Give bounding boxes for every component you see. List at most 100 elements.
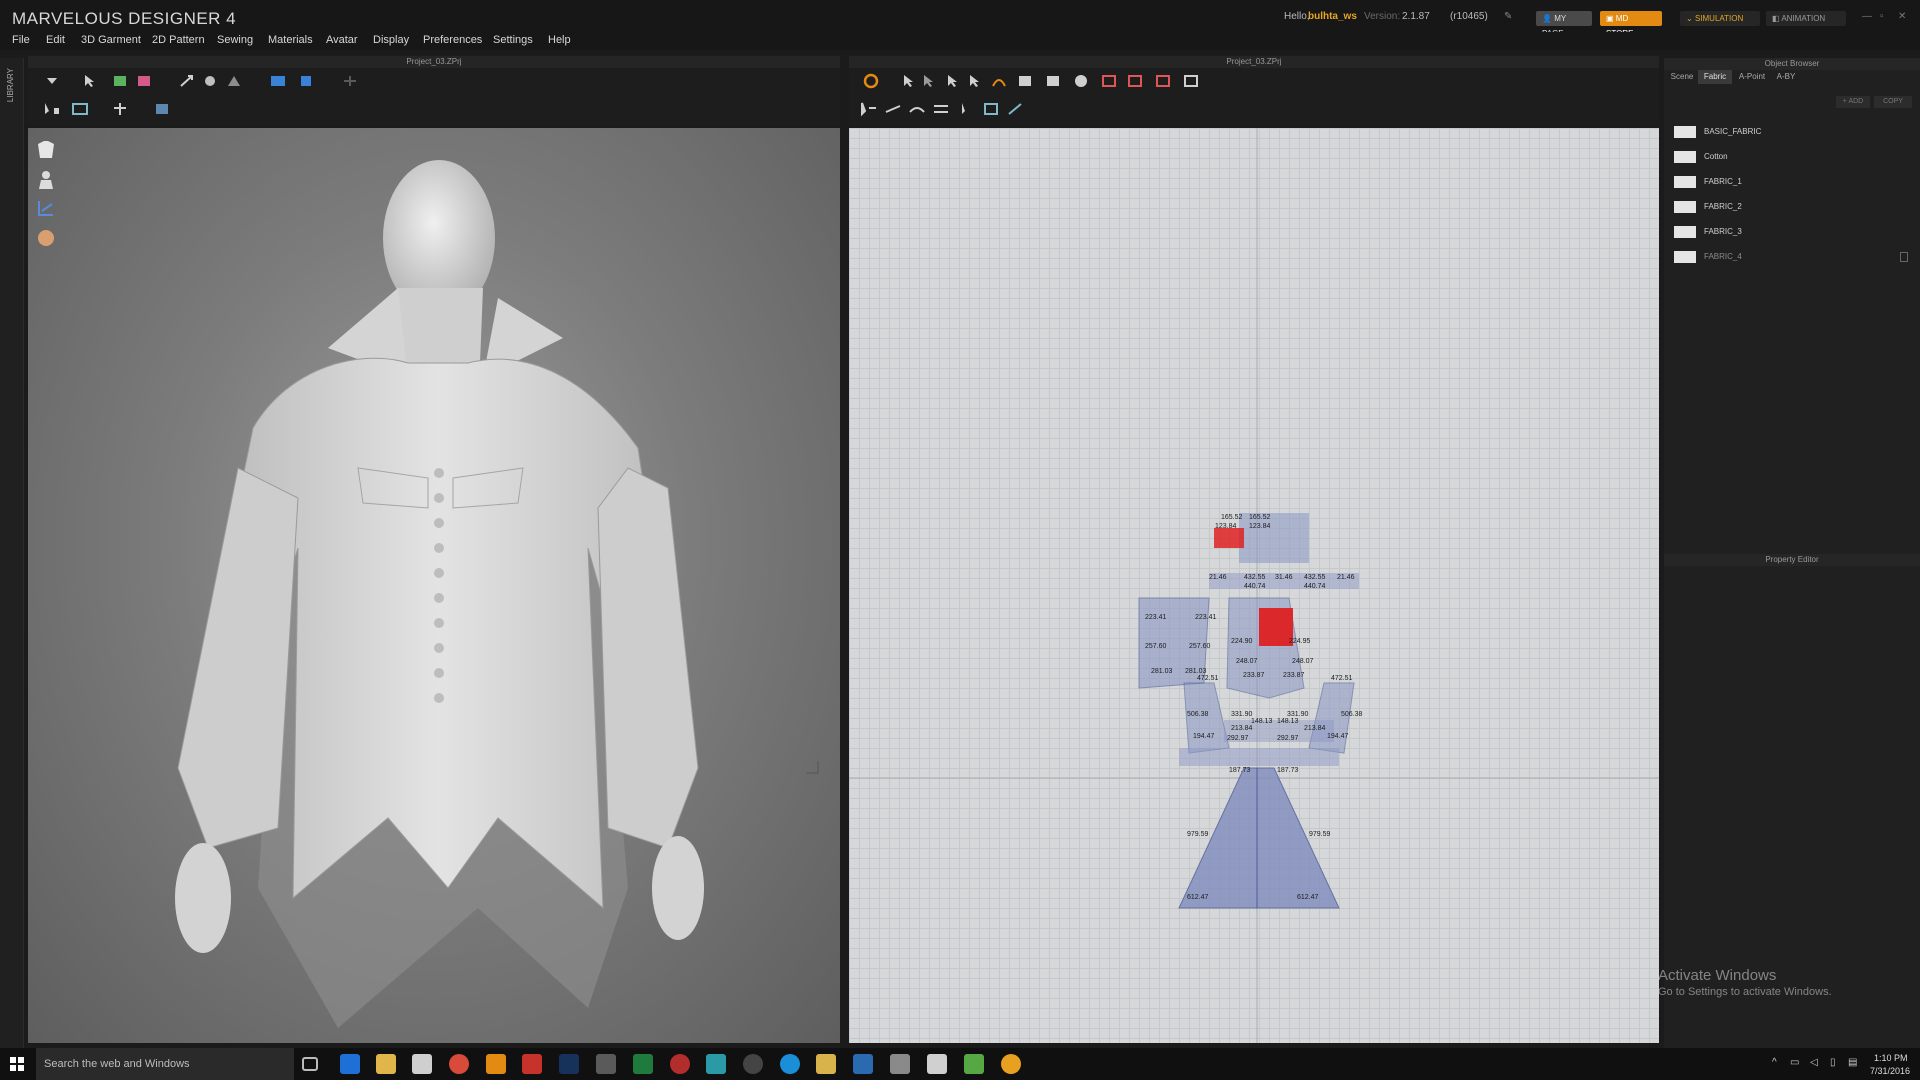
fabric-list-item[interactable]: FABRIC_1 [1674, 172, 1910, 192]
garment-display-icon[interactable] [34, 138, 58, 162]
edge-browser-icon[interactable] [340, 1054, 360, 1074]
menu-help[interactable]: Help [548, 34, 571, 46]
simulation-mode-button[interactable]: ⌄ SIMULATION [1680, 11, 1760, 26]
measure-icon[interactable] [340, 72, 360, 90]
md-store-button[interactable]: ▣ MD STORE [1600, 11, 1662, 38]
taskbar-time[interactable]: 1:10 PM [1874, 1053, 1908, 1063]
menu-settings[interactable]: Settings [493, 34, 533, 46]
edit-texture-icon[interactable] [981, 100, 1001, 118]
action-center-icon[interactable]: ▯ [1830, 1057, 1836, 1068]
taskbar-date[interactable]: 7/31/2016 [1870, 1066, 1910, 1076]
folder-icon[interactable] [816, 1054, 836, 1074]
fold-arrangement-icon[interactable] [134, 72, 154, 90]
copy-fabric-button[interactable]: COPY [1874, 96, 1912, 108]
keyboard-icon[interactable]: ▤ [1848, 1057, 1857, 1068]
polygon-icon[interactable] [1015, 72, 1035, 90]
app-icon[interactable] [890, 1054, 910, 1074]
edit-pattern-icon[interactable] [921, 72, 941, 90]
transform-pattern-2d-icon[interactable] [901, 72, 921, 90]
close-icon[interactable]: ✕ [1898, 11, 1906, 22]
menu-edit[interactable]: Edit [46, 34, 65, 46]
circle-icon[interactable] [1071, 72, 1091, 90]
username[interactable]: bulhta_ws [1308, 11, 1357, 22]
texture-icon[interactable] [152, 100, 172, 118]
library-sidebar[interactable] [0, 58, 24, 1048]
avatar-display-icon[interactable] [34, 168, 58, 192]
tape-icon[interactable] [224, 72, 244, 90]
fabric-list-item[interactable]: FABRIC_3 [1674, 222, 1910, 242]
marvelous-designer-icon[interactable] [486, 1054, 506, 1074]
chrome-icon[interactable] [449, 1054, 469, 1074]
pattern-display-icon[interactable] [34, 196, 58, 220]
add-fabric-button[interactable]: + ADD [1836, 96, 1870, 108]
fabric-list-item[interactable]: FABRIC_4 [1674, 247, 1910, 267]
avatar-dropdown-icon[interactable] [42, 72, 62, 90]
menu-materials[interactable]: Materials [268, 34, 313, 46]
select-mesh-icon[interactable] [110, 72, 130, 90]
internal-rectangle-icon[interactable] [1125, 72, 1145, 90]
menu-display[interactable]: Display [373, 34, 409, 46]
select-texture-icon[interactable] [959, 100, 979, 118]
simulate-icon[interactable] [861, 72, 881, 90]
dart-icon[interactable] [1181, 72, 1201, 90]
select-points-icon[interactable] [42, 100, 62, 118]
free-sewing-icon[interactable] [907, 100, 927, 118]
photos-icon[interactable] [927, 1054, 947, 1074]
maps-app-icon[interactable] [706, 1054, 726, 1074]
filezilla-icon[interactable] [522, 1054, 542, 1074]
outlook-icon[interactable] [853, 1054, 873, 1074]
graphic-icon[interactable] [1005, 100, 1025, 118]
add-point-icon[interactable] [967, 72, 987, 90]
zbrush-icon[interactable] [596, 1054, 616, 1074]
tab-a-point[interactable]: A-Point [1734, 70, 1770, 84]
menu-3d-garment[interactable]: 3D Garment [81, 34, 141, 46]
internal-polygon-icon[interactable] [1099, 72, 1119, 90]
tack-icon[interactable] [931, 100, 951, 118]
network-icon[interactable]: ▭ [1790, 1057, 1799, 1068]
media-app-icon[interactable] [743, 1054, 763, 1074]
menu-sewing[interactable]: Sewing [217, 34, 253, 46]
avatar-fit-icon[interactable] [296, 72, 316, 90]
camtasia-icon[interactable] [964, 1054, 984, 1074]
tab-fabric[interactable]: Fabric [1698, 70, 1732, 84]
rectangle-icon[interactable] [1043, 72, 1063, 90]
view2d-pattern-window[interactable]: 165.52 165.52 123.84 123.84 21.46 432.55… [849, 128, 1659, 1043]
tray-chevron-icon[interactable]: ^ [1772, 1057, 1777, 1068]
internal-circle-icon[interactable] [1153, 72, 1173, 90]
minimize-icon[interactable]: — [1862, 11, 1872, 22]
library-label[interactable]: LIBRARY [6, 68, 15, 102]
menu-preferences[interactable]: Preferences [423, 34, 482, 46]
tab-scene[interactable]: Scene [1668, 70, 1696, 84]
segment-icon[interactable] [70, 100, 90, 118]
garment-fit-icon[interactable] [268, 72, 288, 90]
skype-icon[interactable] [780, 1054, 800, 1074]
edit-sewing-icon[interactable] [859, 100, 879, 118]
fabric-list-item[interactable]: Cotton [1674, 147, 1910, 167]
pin-icon[interactable] [200, 72, 220, 90]
animation-mode-button[interactable]: ◧ ANIMATION [1766, 11, 1846, 26]
photoshop-icon[interactable] [559, 1054, 579, 1074]
file-explorer-icon[interactable] [376, 1054, 396, 1074]
task-view-icon[interactable] [302, 1057, 318, 1071]
maximize-icon[interactable]: ▫ [1880, 11, 1884, 22]
menu-file[interactable]: File [12, 34, 30, 46]
view3d-viewport[interactable] [28, 128, 840, 1043]
skin-display-icon[interactable] [34, 226, 58, 250]
store-app-icon[interactable] [412, 1054, 432, 1074]
volume-icon[interactable]: ◁ [1810, 1057, 1818, 1068]
sun-app-icon[interactable] [1001, 1054, 1021, 1074]
windows-start-icon[interactable] [10, 1057, 24, 1071]
delete-fabric-icon[interactable] [1900, 252, 1908, 262]
select-move-icon[interactable] [82, 72, 102, 90]
fabric-list-item[interactable]: FABRIC_2 [1674, 197, 1910, 217]
menu-avatar[interactable]: Avatar [326, 34, 358, 46]
my-page-button[interactable]: 👤 MY PAGE [1536, 11, 1592, 38]
curve-point-icon[interactable] [989, 72, 1009, 90]
menu-2d-pattern[interactable]: 2D Pattern [152, 34, 205, 46]
edit-icon[interactable]: ✎ [1504, 11, 1512, 22]
record-app-icon[interactable] [670, 1054, 690, 1074]
transform-pattern-icon[interactable] [178, 72, 198, 90]
edit-curvature-icon[interactable] [945, 72, 965, 90]
fabric-list-item[interactable]: BASIC_FABRIC [1674, 122, 1910, 142]
tab-a-by[interactable]: A-BY [1772, 70, 1800, 84]
